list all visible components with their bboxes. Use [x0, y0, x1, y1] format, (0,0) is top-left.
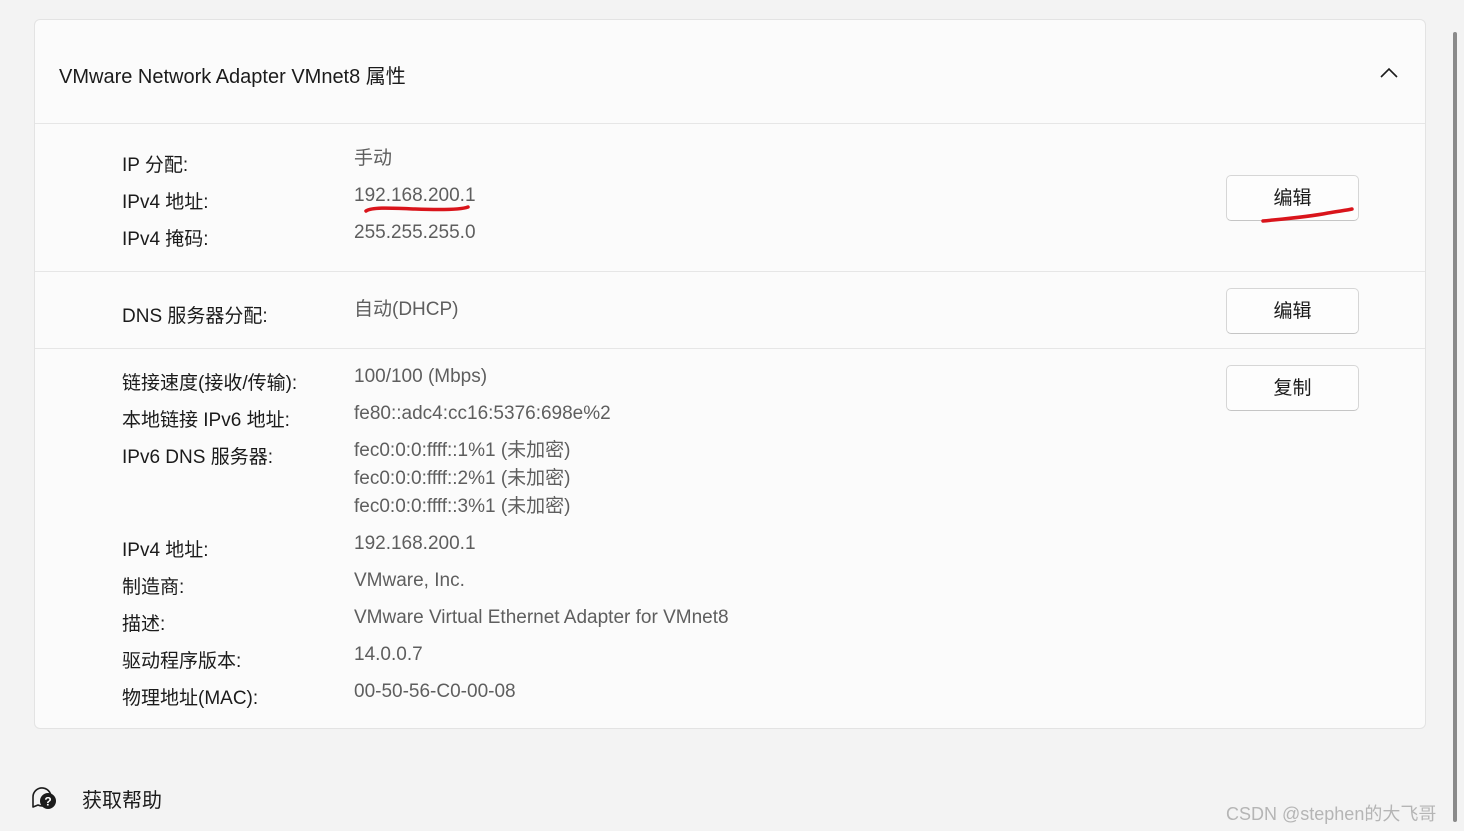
dns-assignment-label: DNS 服务器分配:: [122, 306, 268, 327]
edit-dns-button[interactable]: 编辑: [1226, 288, 1359, 334]
link-speed-value: 100/100 (Mbps): [354, 366, 488, 387]
mac-address-value: 00-50-56-C0-00-08: [354, 681, 516, 702]
ipv6-link-local-label: 本地链接 IPv6 地址:: [122, 410, 290, 431]
mac-address-label: 物理地址(MAC):: [122, 688, 259, 709]
copy-button[interactable]: 复制: [1226, 365, 1359, 411]
get-help-link[interactable]: ? 获取帮助: [30, 780, 230, 814]
vertical-scrollbar[interactable]: [1453, 32, 1457, 822]
driver-version-value: 14.0.0.7: [354, 644, 423, 665]
svg-text:?: ?: [44, 795, 51, 809]
edit-ip-button[interactable]: 编辑: [1226, 175, 1359, 221]
description-label: 描述:: [122, 614, 166, 635]
ipv4-address-detail-value: 192.168.200.1: [354, 533, 476, 554]
manufacturer-label: 制造商:: [122, 577, 185, 598]
ipv4-mask-label: IPv4 掩码:: [122, 229, 209, 250]
card-title: VMware Network Adapter VMnet8 属性: [59, 66, 406, 88]
dns-assignment-section: DNS 服务器分配: 自动(DHCP) 编辑: [35, 272, 1425, 349]
link-speed-label: 链接速度(接收/传输):: [122, 373, 298, 394]
ipv6-link-local-value: fe80::adc4:cc16:5376:698e%2: [354, 403, 611, 424]
ipv6-dns-value-2: fec0:0:0:ffff::2%1 (未加密): [354, 468, 571, 489]
help-chat-icon: ?: [32, 787, 56, 809]
ipv4-address-detail-label: IPv4 地址:: [122, 540, 209, 561]
ipv6-dns-label: IPv6 DNS 服务器:: [122, 447, 273, 468]
card-header[interactable]: VMware Network Adapter VMnet8 属性: [35, 20, 1425, 124]
adapter-details-section: 复制 链接速度(接收/传输): 100/100 (Mbps) 本地链接 IPv6…: [35, 349, 1425, 728]
description-value: VMware Virtual Ethernet Adapter for VMne…: [354, 607, 729, 628]
ipv6-dns-value-3: fec0:0:0:ffff::3%1 (未加密): [354, 496, 571, 517]
ip-assignment-value: 手动: [354, 148, 393, 169]
ipv4-mask-value: 255.255.255.0: [354, 222, 476, 243]
dns-assignment-value: 自动(DHCP): [354, 299, 459, 320]
adapter-properties-card: VMware Network Adapter VMnet8 属性 IP 分配: …: [34, 19, 1426, 729]
ip-assignment-section: IP 分配: 手动 IPv4 地址: 192.168.200.1 IPv4 掩码…: [35, 124, 1425, 272]
watermark: CSDN @stephen的大飞哥: [1226, 804, 1437, 824]
chevron-up-icon[interactable]: [1377, 64, 1401, 82]
manufacturer-value: VMware, Inc.: [354, 570, 465, 591]
ip-assignment-label: IP 分配:: [122, 155, 189, 176]
ipv4-address-label: IPv4 地址:: [122, 192, 209, 213]
ipv4-address-value: 192.168.200.1: [354, 185, 476, 206]
get-help-label: 获取帮助: [82, 790, 162, 812]
ipv6-dns-value-1: fec0:0:0:ffff::1%1 (未加密): [354, 440, 571, 461]
driver-version-label: 驱动程序版本:: [122, 651, 242, 672]
